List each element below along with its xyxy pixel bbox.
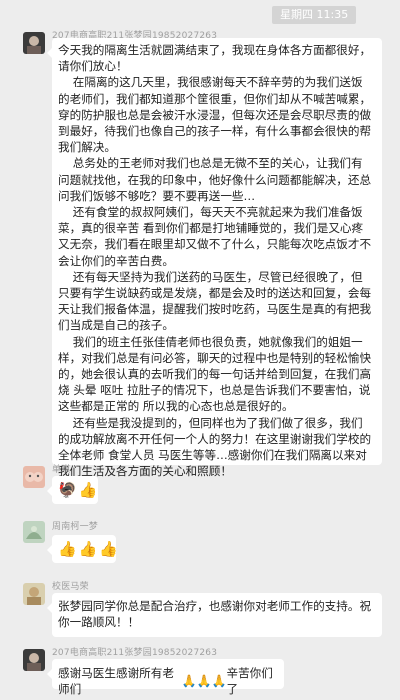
- message-bubble[interactable]: 今天我的隔离生活就圆满结束了，我现在身体各方面都很好，请你们放心！ 在隔离的这几…: [47, 38, 382, 478]
- message-paragraph: 今天我的隔离生活就圆满结束了，我现在身体各方面都很好，请你们放心！: [58, 43, 372, 74]
- message-bubble[interactable]: 👍 👍 👍: [47, 535, 119, 563]
- avatar[interactable]: [23, 466, 45, 488]
- sender-name: 207电商高职211张梦园19852027263: [52, 648, 218, 658]
- thumbs-up-emoji-icon: 👍: [78, 481, 98, 499]
- message-bubble[interactable]: 张梦园同学你总是配合治疗，也感谢你对老师工作的支持。祝你一路顺风！！: [47, 593, 382, 637]
- folded-hands-emoji-icon: 🙏: [196, 674, 212, 689]
- message-bubble[interactable]: 🦃 👍: [47, 476, 98, 504]
- message-bubble[interactable]: 感谢马医生感谢所有老师们 🙏 🙏 🙏 辛苦你们了: [47, 659, 284, 696]
- message-paragraph: 我们的班主任张佳倩老师也很负责，她就像我们的姐姐一样，对我们总是有问必答，聊天的…: [58, 334, 372, 414]
- message-text: 张梦园同学你总是配合治疗，也感谢你对老师工作的支持。祝你一路顺风！！: [58, 599, 372, 630]
- thumbs-up-emoji-icon: 👍: [58, 540, 77, 558]
- avatar[interactable]: [23, 521, 45, 543]
- folded-hands-emoji-icon: 🙏: [181, 674, 197, 689]
- turkey-emoji-icon: 🦃: [58, 481, 77, 499]
- timestamp-badge: 星期四 11:35: [272, 6, 357, 24]
- sender-name: 校医马荣: [52, 582, 89, 592]
- message-paragraph: 总务处的王老师对我们也总是无微不至的关心，让我们有问题就找他，在我的印象中，他好…: [58, 156, 372, 203]
- folded-hands-emoji-icon: 🙏: [211, 674, 227, 689]
- message-paragraph: 还有每天坚持为我们送药的马医生，尽管已经很晚了，但只要有学生说缺药或是发烧，都是…: [58, 269, 372, 333]
- avatar[interactable]: [23, 32, 45, 54]
- sender-name: 单琪: [52, 465, 71, 475]
- thumbs-up-emoji-icon: 👍: [99, 540, 119, 558]
- thumbs-up-emoji-icon: 👍: [78, 540, 98, 558]
- message-paragraph: 在隔离的这几天里，我很感谢每天不辞辛劳的为我们送饭的老师们，我们都知道那个筐很重…: [58, 75, 372, 155]
- avatar[interactable]: [23, 583, 45, 605]
- sender-name: 周南柯一梦: [52, 522, 99, 532]
- avatar[interactable]: [23, 649, 45, 671]
- message-paragraph: 还有些是我没提到的，但同样也为了我们做了很多，我们的成功解放离不开任何一个人的努…: [58, 415, 372, 479]
- message-text: 感谢马医生感谢所有老师们: [58, 666, 174, 697]
- message-text: 辛苦你们了: [226, 666, 273, 697]
- message-paragraph: 还有食堂的叔叔阿姨们，每天天不亮就起来为我们准备饭菜，真的很辛苦 看到你们都是打…: [58, 205, 372, 268]
